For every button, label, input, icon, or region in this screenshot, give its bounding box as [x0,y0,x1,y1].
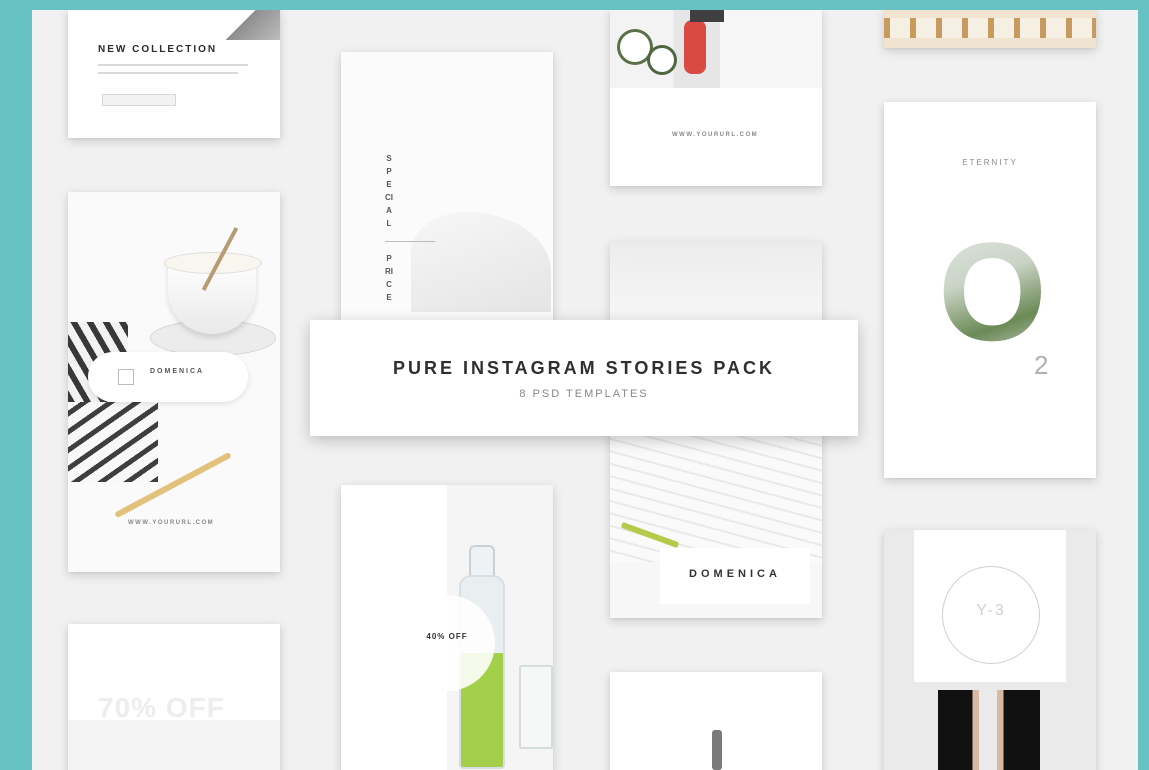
card-sale-bottle: 40% OFF [341,485,553,770]
plant-leaves [68,402,158,482]
title-banner: PURE INSTAGRAM STORIES PACK 8 PSD TEMPLA… [310,320,858,436]
card-strawberry: WWW.YOURURL.COM [610,10,822,186]
placeholder-text-line [98,64,248,66]
product-object [712,730,722,770]
card-url: WWW.YOURURL.COM [128,520,215,526]
card-new-collection: NEW COLLECTION [68,10,280,138]
card-title: ETERNITY [962,158,1018,167]
flower [650,48,674,72]
card-y3: Y-3 [884,530,1096,770]
card-sale-70: 70% OFF [68,624,280,770]
big-letter: O [938,213,1047,370]
brand-label: DOMENICA [660,548,810,604]
vertical-text-price: PRICE [385,254,393,302]
vertical-text-special: SPECIAL [385,154,393,228]
sketch-papers [610,422,822,562]
photo-tag [690,10,724,22]
model-legs [938,690,1040,770]
glass [519,665,553,749]
card-wood-rail [884,10,1096,48]
photo-band [68,720,280,770]
banner-headline: PURE INSTAGRAM STORIES PACK [392,358,776,378]
placeholder-button [102,94,176,106]
card-bottom-object [610,672,822,770]
placeholder-text-line [98,72,238,74]
photo-top [610,242,822,332]
discount-circle [399,595,495,691]
divider [385,241,435,242]
card-url: WWW.YOURURL.COM [672,132,759,138]
flower [620,32,650,62]
brand-name: DOMENICA [689,568,781,580]
mockup-canvas: NEW COLLECTION DOMENICA WWW.YOURURL.COM … [32,10,1138,770]
paint-swirl [411,212,551,312]
card-domenica-coffee: DOMENICA WWW.YOURURL.COM [68,192,280,572]
logo-square-icon [118,369,134,385]
brand-name: DOMENICA [150,368,205,375]
brand-badge: DOMENICA [88,352,248,402]
card-title: NEW COLLECTION [98,44,218,55]
card-corner-graphic [210,10,280,40]
big-number: 2 [1034,350,1049,380]
card-special-price: SPECIAL PRICE [341,52,553,332]
strawberry [684,20,706,74]
banner-subheadline: 8 PSD TEMPLATES [519,388,649,400]
wood-rail [884,18,1096,38]
discount-text: 40% OFF [426,632,468,641]
brand-mark: Y-3 [976,602,1006,619]
card-eternity: ETERNITY O 2 [884,102,1096,478]
